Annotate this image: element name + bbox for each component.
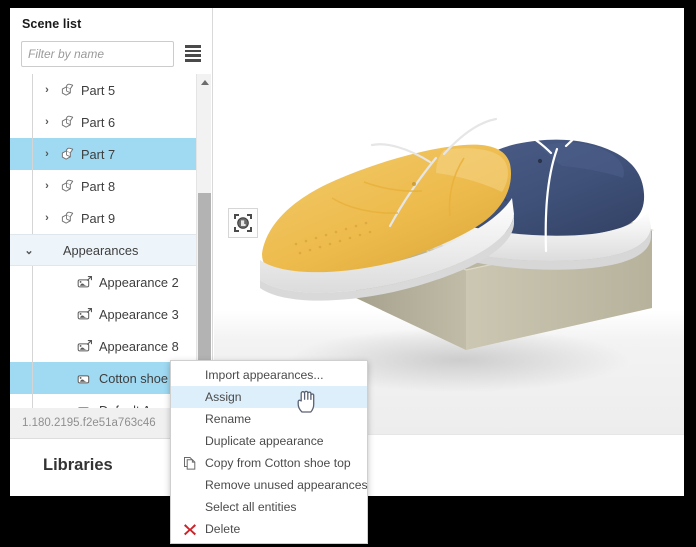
menu-item-label: Assign <box>205 390 242 404</box>
list-view-icon[interactable] <box>185 45 203 63</box>
delete-icon <box>182 522 197 537</box>
copy-icon <box>182 456 197 471</box>
appearance-linked-icon <box>77 340 93 352</box>
tree-row-label: Appearance 3 <box>99 306 179 322</box>
chevron-right-icon[interactable]: › <box>38 116 56 128</box>
indent-guide <box>32 330 33 362</box>
menu-item-label: Remove unused appearances <box>205 478 368 492</box>
part-icon <box>56 211 78 225</box>
tree-row-part-5[interactable]: › Part 5 <box>10 74 196 106</box>
indent-guide <box>32 170 33 202</box>
part-icon <box>61 83 73 96</box>
appearance-linked-icon <box>74 276 96 288</box>
tree-row-cotton-shoe-top[interactable]: Cotton shoe top <box>10 362 196 394</box>
part-icon <box>61 211 73 224</box>
scene-tree: › Part 5 › Part 6 › Part 7 › Part 8 › Part 9 ⌄ Appe… <box>10 74 211 422</box>
list-view-icon-bar <box>185 49 201 53</box>
menu-item-label: Copy from Cotton shoe top <box>205 456 351 470</box>
scroll-up-arrow-glyph <box>200 80 209 85</box>
menu-item-rename[interactable]: Rename <box>171 408 367 430</box>
tree-row-label: Part 6 <box>81 114 116 130</box>
menu-item-remove-unused-appearances[interactable]: Remove unused appearances <box>171 474 368 496</box>
part-icon <box>56 179 78 193</box>
list-view-icon-bar <box>185 54 201 57</box>
copy-icon <box>183 456 195 470</box>
part-icon <box>56 83 78 97</box>
menu-item-label: Delete <box>205 522 241 536</box>
appearance-linked-icon <box>74 308 96 320</box>
tree-row-label: Part 7 <box>81 146 116 162</box>
appearance-linked-icon <box>77 276 93 288</box>
tree-row-part-7[interactable]: › Part 7 <box>10 138 196 170</box>
indent-guide <box>32 74 33 106</box>
tree-row-appearance-2[interactable]: Appearance 2 <box>10 266 196 298</box>
tree-row-label: Part 8 <box>81 178 116 194</box>
chevron-right-icon[interactable]: › <box>38 148 56 160</box>
tree-row-label: Appearances <box>63 242 139 258</box>
tree-row-part-8[interactable]: › Part 8 <box>10 170 196 202</box>
menu-item-copy-from-cotton-shoe-top[interactable]: Copy from Cotton shoe top <box>171 452 367 474</box>
indent-guide <box>32 266 33 298</box>
tree-row-appearances[interactable]: ⌄ Appearances <box>10 234 196 266</box>
delete-icon <box>183 523 196 535</box>
tree-row-part-9[interactable]: › Part 9 <box>10 202 196 234</box>
indent-guide <box>32 106 33 138</box>
chevron-right-icon[interactable]: › <box>38 84 56 96</box>
indent-guide <box>32 138 33 170</box>
menu-item-label: Import appearances... <box>205 368 324 382</box>
indent-guide <box>32 298 33 330</box>
indent-guide <box>32 202 33 234</box>
menu-item-delete[interactable]: Delete <box>171 518 367 540</box>
indent-guide <box>32 362 33 394</box>
chevron-right-icon[interactable]: › <box>38 212 56 224</box>
zoom-to-fit-glyph <box>234 214 252 232</box>
zoom-to-fit-icon[interactable] <box>228 208 258 238</box>
chevron-right-icon[interactable]: › <box>38 180 56 192</box>
menu-item-label: Rename <box>205 412 252 426</box>
tree-row-appearance-3[interactable]: Appearance 3 <box>10 298 196 330</box>
tree-row-label: Part 5 <box>81 82 116 98</box>
appearance-linked-icon <box>74 340 96 352</box>
scrollbar-thumb[interactable] <box>198 193 211 388</box>
part-icon <box>56 115 78 129</box>
tree-row-appearance-8[interactable]: Appearance 8 <box>10 330 196 362</box>
part-icon <box>61 179 73 192</box>
panel-title: Scene list <box>22 17 82 31</box>
filter-input[interactable] <box>21 41 174 67</box>
menu-item-label: Duplicate appearance <box>205 434 324 448</box>
menu-item-import-appearances[interactable]: Import appearances... <box>171 364 367 386</box>
part-icon <box>56 147 78 161</box>
menu-item-select-all-entities[interactable]: Select all entities <box>171 496 367 518</box>
appearance-context-menu[interactable]: Import appearances... Assign Rename Duplica… <box>170 360 368 544</box>
tree-row-label: Part 9 <box>81 210 116 226</box>
menu-item-assign[interactable]: Assign <box>171 386 367 408</box>
screenshot-root: Scene list ›Part 5›Part 6›Part 7›Part 8›… <box>0 0 696 547</box>
menu-item-duplicate-appearance[interactable]: Duplicate appearance <box>171 430 367 452</box>
part-icon <box>61 147 73 160</box>
appearance-linked-icon <box>77 308 93 320</box>
part-icon <box>61 115 73 128</box>
tree-row-part-6[interactable]: › Part 6 <box>10 106 196 138</box>
scroll-up-arrow-icon[interactable] <box>197 76 212 89</box>
appearance-icon <box>77 375 90 384</box>
menu-item-label: Select all entities <box>205 500 297 514</box>
list-view-icon-bar <box>185 45 201 48</box>
chevron-down-icon[interactable]: ⌄ <box>20 244 38 257</box>
list-view-icon-bar <box>185 59 201 62</box>
appearance-icon <box>74 372 96 384</box>
libraries-title: Libraries <box>43 456 113 474</box>
filter-row <box>21 41 203 67</box>
tree-row-label: Appearance 2 <box>99 274 179 290</box>
tree-row-label: Appearance 8 <box>99 338 179 354</box>
